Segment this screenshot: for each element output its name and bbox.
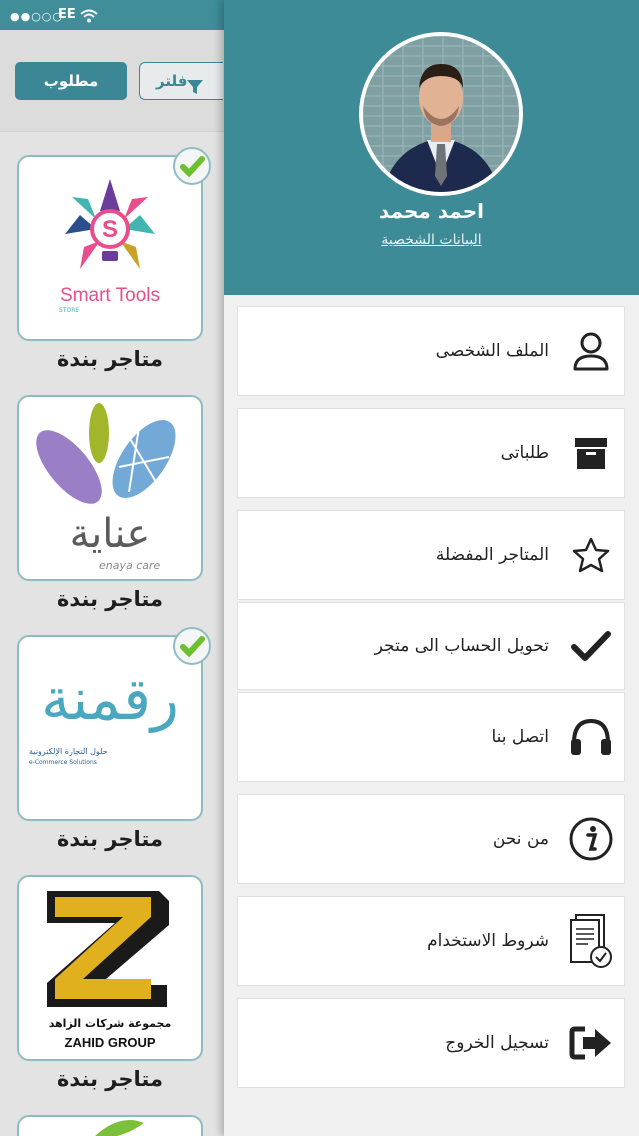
store-logo-card[interactable]: مجموعة شركات الزاهد ZAHID GROUP — [17, 875, 203, 1061]
check-icon — [568, 623, 614, 669]
leaf-icon — [95, 1120, 144, 1136]
store-list-screen: ●●○○○ EE مطلوب فلتر S Smart Tools STORE … — [0, 0, 224, 1136]
store-name: متاجر بندة — [57, 587, 163, 611]
store-logo-card[interactable]: رقمنة حلول التجارة الإلكترونية e-Commerc… — [17, 627, 211, 821]
personal-data-link[interactable]: البيانات الشخصية — [224, 232, 639, 248]
avatar[interactable] — [359, 32, 523, 196]
user-name: احمد محمد — [379, 199, 484, 223]
logo-text: رقمنة — [41, 665, 179, 733]
menu-item-label: الملف الشخصى — [435, 341, 549, 361]
document-check-icon — [568, 914, 614, 968]
menu-item-profile[interactable]: الملف الشخصى — [237, 306, 625, 396]
logo-subtext: enaya care — [99, 559, 161, 572]
store-name: متاجر بندة — [57, 827, 163, 851]
user-icon — [568, 328, 614, 374]
menu-item-label: تحويل الحساب الى متجر — [374, 636, 549, 656]
menu-item-about-us[interactable]: من نحن — [237, 794, 625, 884]
checked-badge — [173, 147, 211, 185]
filter-icon — [186, 73, 204, 109]
checked-badge — [173, 627, 211, 665]
logo-subtext: مجموعة شركات الزاهد — [48, 1017, 172, 1030]
filter-button[interactable]: فلتر — [139, 62, 223, 100]
menu-item-label: اتصل بنا — [491, 727, 549, 747]
personal-data-link-label: البيانات الشخصية — [381, 232, 482, 248]
info-icon — [568, 816, 614, 862]
menu-item-convert-to-store[interactable]: تحويل الحساب الى متجر — [237, 602, 625, 690]
logo-text: عناية — [69, 511, 151, 557]
store-item[interactable]: عناية enaya care متاجر بندة — [17, 395, 203, 611]
profile-header: احمد محمد البيانات الشخصية — [224, 0, 639, 295]
menu-item-label: المتاجر المفضلة — [435, 545, 549, 565]
store-item[interactable]: S Smart Tools STORE متاجر بندة — [17, 147, 211, 371]
star-icon — [568, 532, 614, 578]
checkmark-icon — [180, 156, 205, 178]
logo-text: ZAHID GROUP — [64, 1035, 156, 1050]
store-name: متاجر بندة — [57, 1067, 163, 1091]
store-item[interactable]: رقمنة حلول التجارة الإلكترونية e-Commerc… — [17, 627, 211, 851]
menu-item-label: تسجيل الخروج — [445, 1033, 549, 1053]
logo-subtext-en: e-Commerce Solutions — [29, 759, 97, 766]
store-logo-card[interactable]: S Smart Tools STORE — [17, 147, 211, 341]
smart-tools-logo: S — [65, 179, 155, 269]
store-logo-card[interactable]: عناية enaya care — [17, 395, 203, 581]
signal-strength: ●●○○○ — [10, 10, 63, 23]
menu-item-favorite-stores[interactable]: المتاجر المفضلة — [237, 510, 625, 600]
menu-item-label: طلباتى — [500, 443, 549, 463]
menu-item-label: من نحن — [492, 829, 549, 849]
menu-item-label: شروط الاستخدام — [427, 931, 549, 951]
menu-item-terms-of-use[interactable]: شروط الاستخدام — [237, 896, 625, 986]
box-icon — [568, 430, 614, 476]
zahid-group-logo — [47, 891, 169, 1007]
carrier-name: EE — [58, 7, 76, 22]
avatar-photo — [363, 36, 519, 192]
filter-label: فلتر — [156, 72, 188, 90]
checkmark-icon — [180, 636, 205, 658]
menu-item-logout[interactable]: تسجيل الخروج — [237, 998, 625, 1088]
logo-text: Smart Tools — [60, 285, 160, 306]
store-item[interactable]: مجموعة شركات الزاهد ZAHID GROUP متاجر بن… — [17, 875, 203, 1091]
required-button[interactable]: مطلوب — [15, 62, 127, 100]
menu-item-orders[interactable]: طلباتى — [237, 408, 625, 498]
side-drawer: احمد محمد البيانات الشخصية الملف الشخصى … — [224, 0, 639, 1136]
headphones-icon — [568, 714, 614, 760]
svg-text:S: S — [102, 216, 118, 243]
store-logo-card[interactable] — [17, 1115, 203, 1136]
logo-subtext: STORE — [59, 307, 80, 314]
logo-subtext: حلول التجارة الإلكترونية — [29, 747, 108, 756]
menu-item-contact-us[interactable]: اتصل بنا — [237, 692, 625, 782]
store-name: متاجر بندة — [57, 347, 163, 371]
wifi-icon — [80, 8, 98, 27]
status-bar: ●●○○○ EE — [0, 0, 224, 30]
logout-icon — [568, 1020, 614, 1066]
